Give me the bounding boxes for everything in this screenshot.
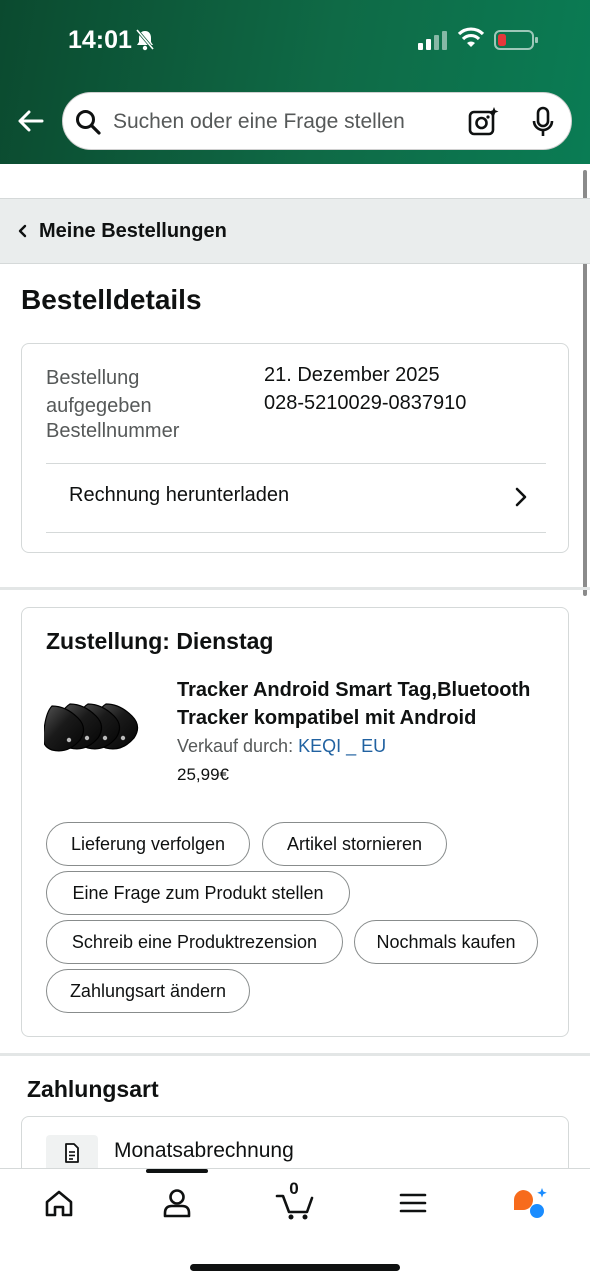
chevron-right-icon xyxy=(514,486,528,513)
arrow-left-icon xyxy=(18,110,44,132)
document-icon xyxy=(65,1143,79,1163)
order-number-value: 028-5210029-0837910 xyxy=(264,392,467,414)
breadcrumb-label: Meine Bestellungen xyxy=(39,220,227,242)
status-bar: 14:01 xyxy=(0,0,590,80)
chevron-left-icon xyxy=(17,224,27,243)
product-price: 25,99€ xyxy=(177,765,229,784)
order-placed-value: 21. Dezember 2025 xyxy=(264,364,440,386)
top-header: 14:01 xyxy=(0,0,590,164)
delivery-card: Zustellung: Dienstag Tracker Android Sma… xyxy=(21,607,569,1037)
home-indicator[interactable] xyxy=(190,1264,400,1271)
back-button[interactable] xyxy=(14,104,48,138)
document-icon-box xyxy=(46,1135,98,1168)
payment-method-label: Monatsabrechnung xyxy=(114,1139,294,1162)
payment-method-card[interactable]: Monatsabrechnung xyxy=(21,1116,569,1168)
tab-home[interactable] xyxy=(29,1183,89,1223)
page-title: Bestelldetails xyxy=(21,284,202,315)
section-divider xyxy=(0,1053,590,1056)
tab-menu[interactable] xyxy=(383,1183,443,1223)
order-number-label: Bestellnummer xyxy=(46,420,180,442)
product-image[interactable] xyxy=(42,698,162,761)
download-invoice-label: Rechnung herunterladen xyxy=(69,484,290,506)
cellular-signal-icon xyxy=(418,30,448,55)
write-review-button[interactable]: Schreib eine Produktrezension xyxy=(46,920,343,964)
status-time: 14:01 xyxy=(68,26,132,54)
search-bar[interactable] xyxy=(62,92,572,150)
track-delivery-button[interactable]: Lieferung verfolgen xyxy=(46,822,250,866)
ask-product-question-button[interactable]: Eine Frage zum Produkt stellen xyxy=(46,871,350,915)
tab-account[interactable] xyxy=(147,1183,207,1223)
seller-prefix: Verkauf durch: xyxy=(177,736,294,756)
home-icon xyxy=(45,1190,73,1217)
seller-row: Verkauf durch: KEQI _ EU xyxy=(177,736,386,757)
product-title[interactable]: Tracker Android Smart Tag,Bluetooth Trac… xyxy=(177,676,547,732)
search-input[interactable] xyxy=(113,101,453,143)
divider xyxy=(46,532,546,533)
tab-assistant[interactable] xyxy=(500,1183,560,1223)
section-divider xyxy=(0,587,590,590)
breadcrumb[interactable]: Meine Bestellungen xyxy=(0,198,590,264)
ai-assistant-icon xyxy=(513,1188,547,1218)
bell-slash-icon xyxy=(135,29,155,56)
battery-icon xyxy=(494,29,540,56)
search-icon xyxy=(75,109,101,140)
cancel-item-button[interactable]: Artikel stornieren xyxy=(262,822,447,866)
order-details-content[interactable]: Meine Bestellungen Bestelldetails Bestel… xyxy=(0,164,590,1168)
bottom-tab-bar: 0 xyxy=(0,1168,590,1280)
wifi-icon xyxy=(457,27,485,54)
seller-link[interactable]: KEQI _ EU xyxy=(298,736,386,756)
order-info-card: Bestellung aufgegeben 21. Dezember 2025 … xyxy=(21,343,569,553)
buy-again-button[interactable]: Nochmals kaufen xyxy=(354,920,538,964)
download-invoice-row[interactable]: Rechnung herunterladen xyxy=(46,464,546,530)
active-tab-indicator xyxy=(146,1169,208,1173)
user-icon xyxy=(163,1189,191,1218)
change-payment-button[interactable]: Zahlungsart ändern xyxy=(46,969,250,1013)
tab-cart[interactable]: 0 xyxy=(265,1179,325,1223)
cart-count-badge: 0 xyxy=(289,1179,299,1198)
hamburger-menu-icon xyxy=(399,1193,427,1213)
payment-section-title: Zahlungsart xyxy=(27,1076,159,1102)
order-placed-label: Bestellung aufgegeben xyxy=(46,367,152,417)
delivery-title: Zustellung: Dienstag xyxy=(46,628,274,654)
microphone-icon[interactable] xyxy=(529,106,557,143)
camera-lens-icon[interactable] xyxy=(467,106,499,143)
